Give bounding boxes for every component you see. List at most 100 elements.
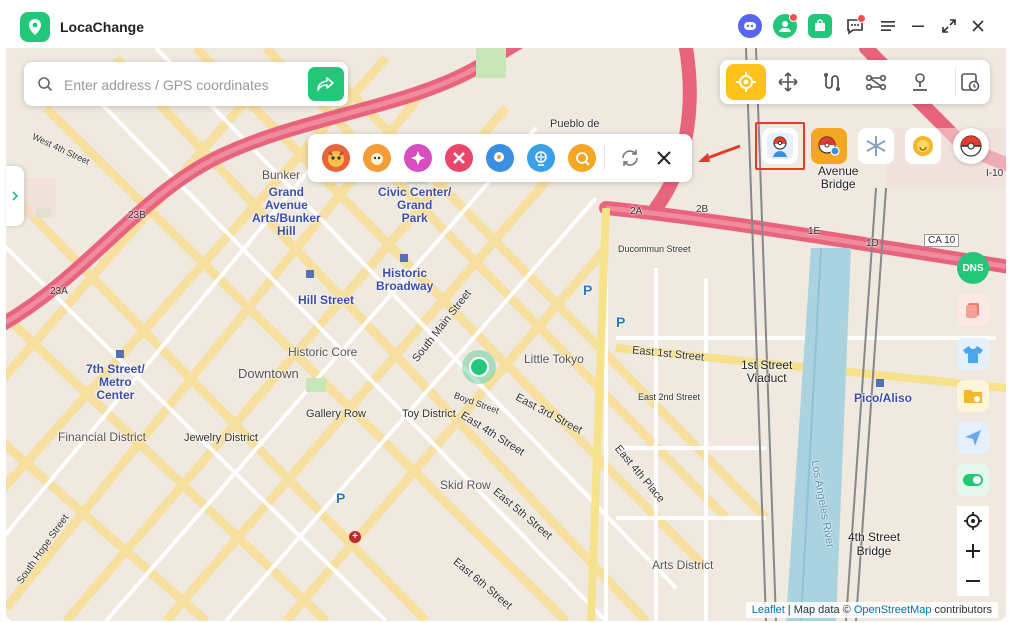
outfit-button[interactable] <box>957 338 989 370</box>
minus-icon <box>966 580 980 582</box>
label-7th-metro-station: 7th Street/ Metro Center <box>86 362 145 402</box>
crosshair-icon <box>964 512 982 530</box>
side-panel-toggle[interactable] <box>6 166 24 226</box>
label-ramp-1e: 1E <box>808 226 821 237</box>
feedback-icon[interactable] <box>843 14 867 38</box>
refresh-icon[interactable] <box>616 144 644 172</box>
close-gamebar-icon[interactable] <box>650 144 678 172</box>
label-historic-core: Historic Core <box>288 345 358 359</box>
parking-icon: P <box>336 490 346 506</box>
plus-icon <box>966 544 980 558</box>
send-location-button[interactable] <box>957 422 989 454</box>
jump-teleport-mode-button[interactable] <box>902 64 938 100</box>
notification-dot <box>789 13 798 22</box>
label-i10: I-10 <box>986 168 1004 179</box>
label-gallery-row: Gallery Row <box>306 408 366 420</box>
game-target-icon[interactable] <box>568 144 596 172</box>
pokeball-search-button[interactable] <box>811 128 847 164</box>
share-arrow-icon <box>317 77 334 91</box>
label-financial-district: Financial District <box>58 430 147 444</box>
label-little-tokyo: Little Tokyo <box>524 352 584 366</box>
label-historic-broadway-station: Historic Broadway <box>376 266 434 293</box>
station-marker-icon <box>876 379 884 387</box>
shop-icon[interactable] <box>808 14 832 38</box>
discord-icon[interactable] <box>738 14 762 38</box>
label-downtown: Downtown <box>238 366 299 381</box>
menu-icon[interactable] <box>876 14 900 38</box>
folder-icon <box>964 390 982 403</box>
multi-spot-icon <box>865 74 887 91</box>
address-search-input[interactable] <box>62 72 296 98</box>
game-fox-icon[interactable] <box>363 144 391 172</box>
hospital-icon: + <box>349 531 361 543</box>
smile-icon <box>913 136 933 156</box>
copy-icon <box>966 303 979 318</box>
multi-spot-mode-button[interactable] <box>858 64 894 100</box>
fullscreen-icon[interactable] <box>937 14 961 38</box>
pokeball-button[interactable] <box>953 128 989 164</box>
paper-plane-icon <box>965 430 981 446</box>
label-ramp-23a: 23A <box>50 286 68 297</box>
leaflet-link[interactable]: Leaflet <box>752 604 785 616</box>
label-ramp-2b: 2B <box>696 204 709 215</box>
toggle-icon <box>963 474 983 486</box>
current-location-marker[interactable] <box>462 350 496 384</box>
pointer-arrow-icon <box>698 144 741 162</box>
favorites-folder-button[interactable] <box>957 380 989 412</box>
two-spot-mode-button[interactable] <box>814 64 850 100</box>
minimize-icon[interactable] <box>906 14 930 38</box>
label-1st-viaduct: 1st Street Viaduct <box>741 358 793 385</box>
attribution-contrib: contributors <box>931 604 992 616</box>
history-icon <box>961 73 980 92</box>
pokeball-icon <box>960 135 982 157</box>
locate-me-button[interactable] <box>957 506 989 536</box>
title-bar: LocaChange <box>0 0 1012 48</box>
joystick-mode-button[interactable] <box>770 64 806 100</box>
mode-toolbar <box>720 60 990 104</box>
chevron-right-icon <box>12 191 19 201</box>
osm-link[interactable]: OpenStreetMap <box>854 604 932 616</box>
station-marker-icon <box>306 270 314 278</box>
game-monster-icon[interactable] <box>322 144 350 172</box>
jump-icon <box>913 73 927 91</box>
emoji-button[interactable] <box>905 128 941 164</box>
teleport-mode-button[interactable] <box>726 64 766 100</box>
label-civic-center-station: Civic Center/ Grand Park <box>378 185 452 225</box>
locachange-window: LocaChange Downtown Financial District H… <box>0 0 1012 623</box>
label-4th-street-bridge: 4th Street Bridge <box>848 530 901 558</box>
feedback-dot <box>857 14 866 23</box>
history-button[interactable] <box>952 64 988 100</box>
close-icon[interactable] <box>966 14 990 38</box>
label-grand-avenue-station: Grand Avenue Arts/Bunker Hill <box>252 185 321 238</box>
label-jewelry-district: Jewelry District <box>184 432 258 444</box>
game-cross-icon[interactable] <box>445 144 473 172</box>
label-ca10-shield: CA 10 <box>924 234 960 247</box>
dns-button[interactable]: DNS <box>957 252 989 284</box>
parking-icon: P <box>616 314 626 330</box>
attribution-text: | Map data © <box>784 604 854 616</box>
game-pin-icon[interactable] <box>486 144 514 172</box>
account-icon[interactable] <box>773 13 798 38</box>
game-sparkle-icon[interactable] <box>404 144 432 172</box>
label-toy-district: Toy District <box>402 408 456 420</box>
label-bunker: Bunker <box>262 168 301 182</box>
toggle-switch-button[interactable] <box>957 464 989 496</box>
search-icon <box>38 77 53 92</box>
zoom-out-button[interactable] <box>957 566 989 596</box>
station-marker-icon <box>400 254 408 262</box>
joystick-icon <box>778 72 798 92</box>
zoom-in-button[interactable] <box>957 536 989 566</box>
label-arts-district: Arts District <box>652 558 714 572</box>
cooldown-timer-button[interactable] <box>957 294 989 326</box>
game-globe-icon[interactable] <box>527 144 555 172</box>
label-ramp-1d: 1D <box>866 238 879 249</box>
label-pico-aliso-station: Pico/Aliso <box>854 391 913 405</box>
go-button[interactable] <box>308 67 344 101</box>
teleport-icon <box>736 72 756 92</box>
map-attribution: Leaflet | Map data © OpenStreetMap contr… <box>745 602 998 618</box>
freeze-button[interactable] <box>858 128 894 164</box>
label-ramp-23b: 23B <box>128 210 146 221</box>
label-ducommun-street: Ducommun Street <box>618 244 691 254</box>
label-hill-street-station: Hill Street <box>298 293 355 307</box>
station-marker-icon <box>116 350 124 358</box>
